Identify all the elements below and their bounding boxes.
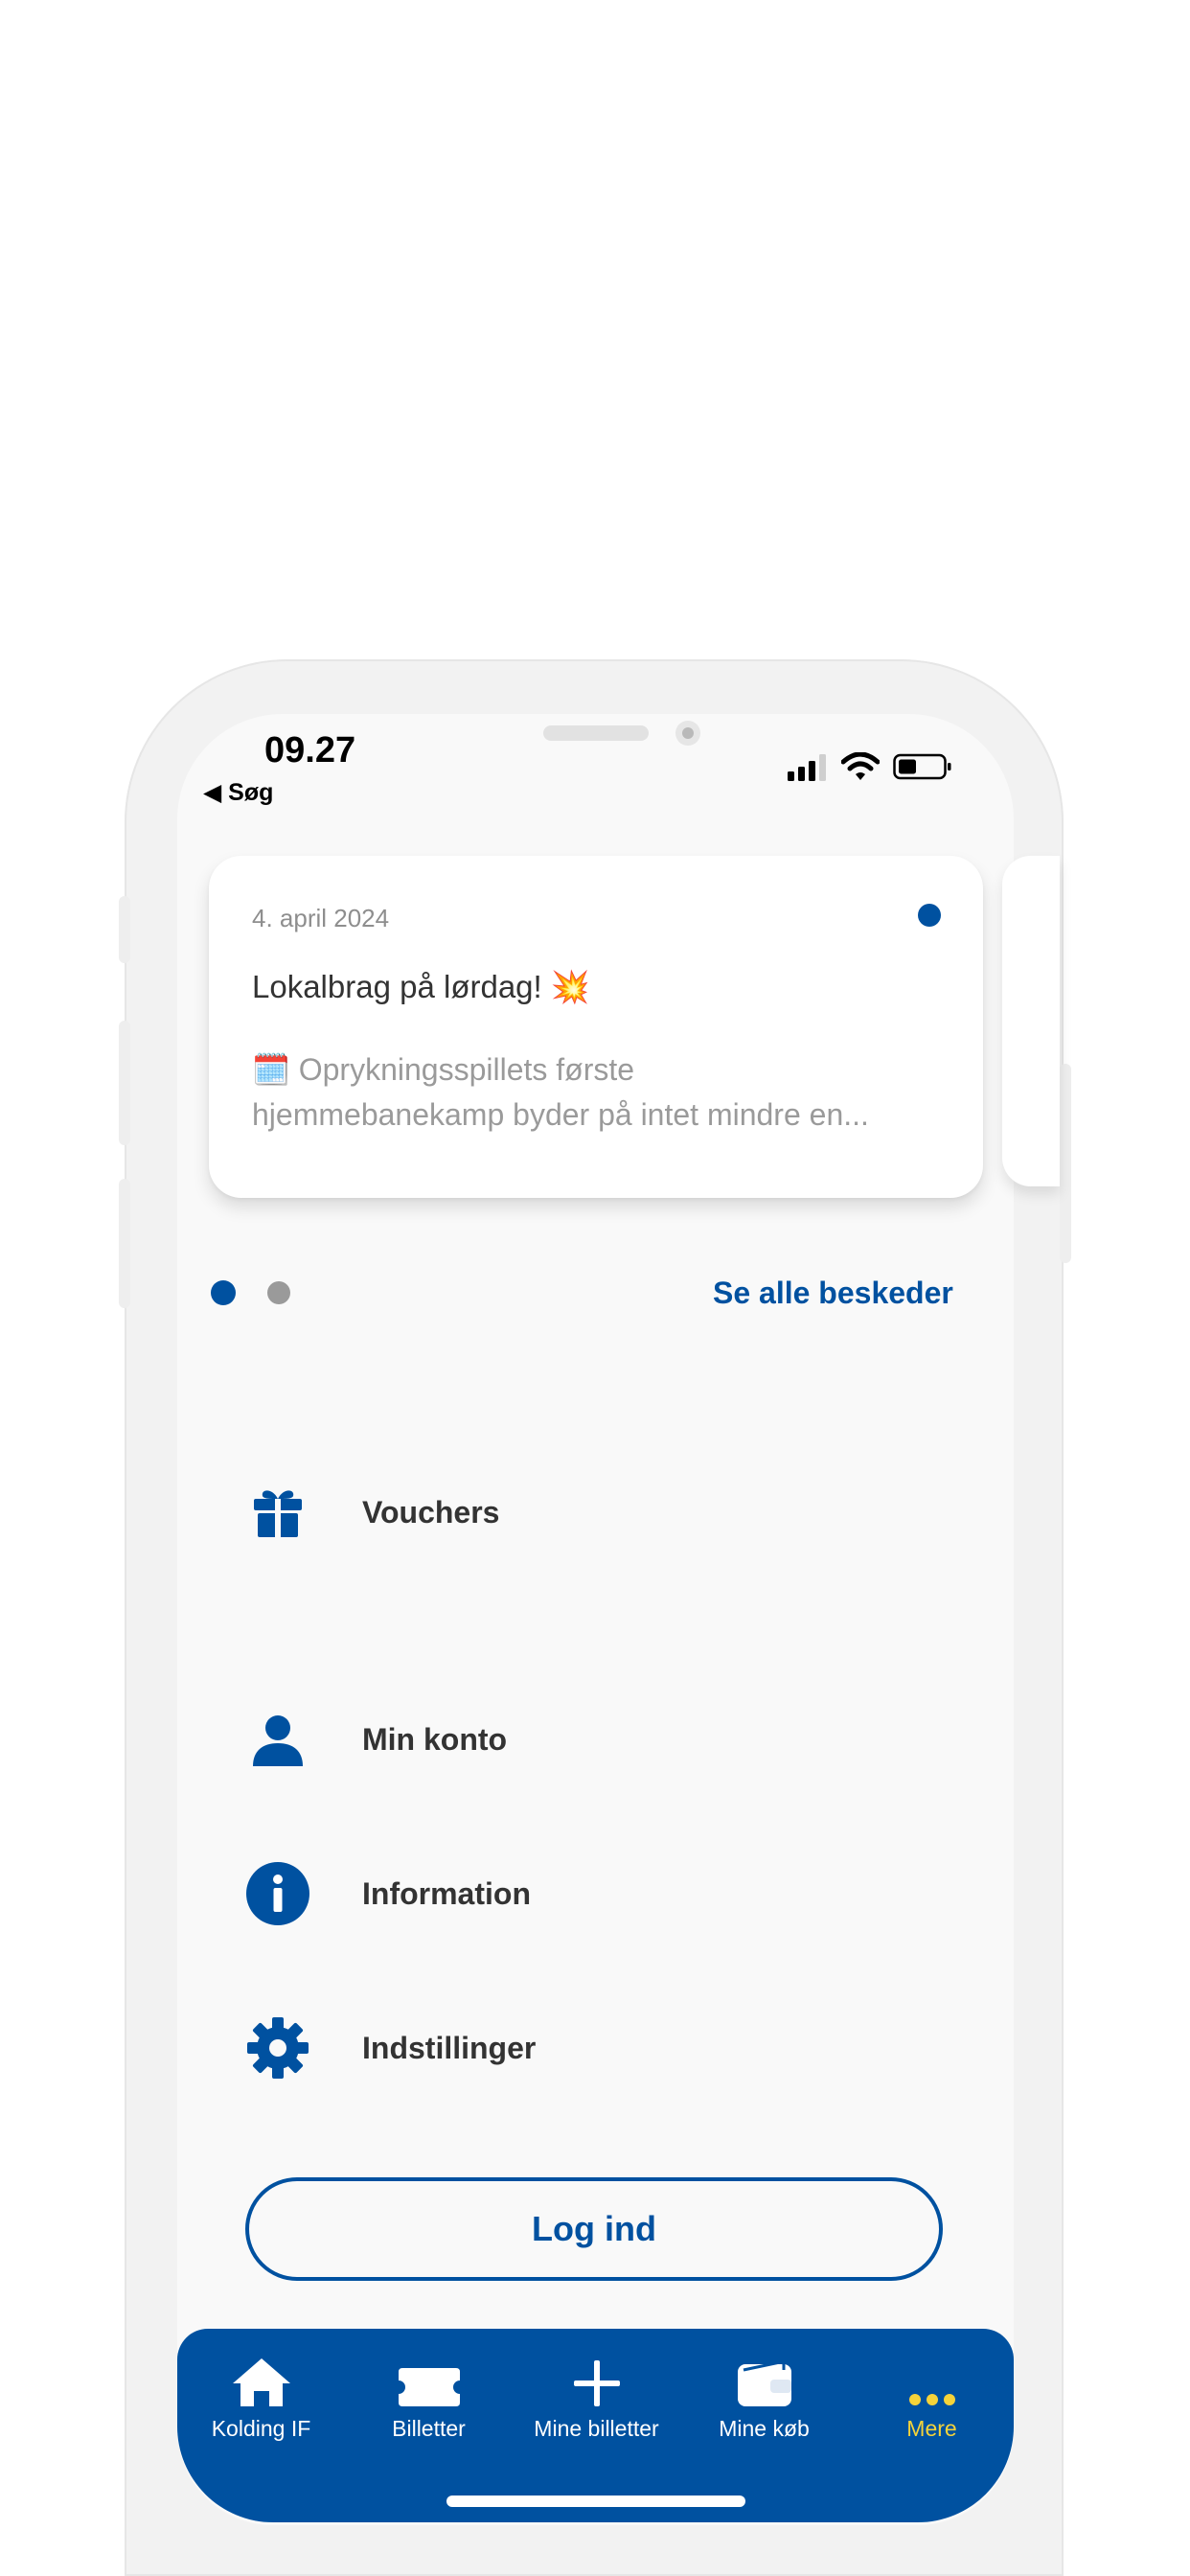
power-button [1060, 1064, 1071, 1263]
tab-billetter[interactable]: Billetter [345, 2353, 513, 2442]
message-preview-line-1: 🗓️ Oprykningsspillets første [252, 1052, 635, 1087]
menu-label-settings: Indstillinger [362, 2030, 537, 2065]
gift-icon [240, 1474, 316, 1551]
tab-mine-billetter[interactable]: Mine billetter [513, 2353, 680, 2442]
message-preview-line-2: hjemmebanekamp byder på intet mindre en.… [252, 1097, 869, 1132]
volume-up-button [119, 1021, 130, 1145]
menu-item-settings[interactable]: Indstillinger [240, 2010, 536, 2086]
gear-icon [240, 2010, 316, 2086]
menu-label-vouchers: Vouchers [362, 1494, 500, 1530]
menu-label-my-account: Min konto [362, 1721, 508, 1757]
more-icon [908, 2394, 955, 2405]
battery-icon [893, 753, 951, 780]
earpiece [543, 725, 649, 741]
login-button[interactable]: Log ind [245, 2177, 943, 2281]
user-icon [240, 1701, 316, 1778]
menu-item-vouchers[interactable]: Vouchers [240, 1474, 499, 1551]
ticket-icon [398, 2368, 460, 2406]
message-preview: 🗓️ Oprykningsspillets første hjemmebanek… [252, 1047, 951, 1138]
status-icons [788, 752, 952, 781]
tab-label: Mine køb [719, 2416, 810, 2441]
next-message-card[interactable] [1002, 856, 1060, 1186]
home-indicator [446, 2496, 745, 2507]
message-date: 4. april 2024 [252, 904, 390, 932]
tab-label: Billetter [392, 2416, 466, 2441]
front-camera [675, 721, 700, 746]
info-icon [240, 1855, 316, 1932]
wallet-icon [737, 2360, 791, 2406]
tab-label: Mere [906, 2416, 957, 2441]
volume-down-button [119, 1179, 130, 1308]
wifi-icon [841, 752, 880, 780]
mute-switch [119, 896, 130, 963]
message-title: Lokalbrag på lørdag! 💥 [252, 969, 590, 1004]
tab-mine-koeb[interactable]: Mine køb [680, 2353, 848, 2442]
menu-item-information[interactable]: Information [240, 1855, 531, 1932]
tab-label: Mine billetter [534, 2416, 659, 2441]
signal-icon [788, 754, 826, 781]
page-dot[interactable] [267, 1281, 290, 1304]
menu-label-information: Information [362, 1875, 531, 1911]
plus-icon [573, 2360, 620, 2406]
tab-kolding-if[interactable]: Kolding IF [177, 2353, 345, 2442]
tab-mere[interactable]: Mere [848, 2353, 1016, 2442]
message-card[interactable]: 4. april 2024 Lokalbrag på lørdag! 💥 🗓️ … [209, 856, 983, 1198]
unread-indicator [918, 904, 941, 927]
see-all-messages-link[interactable]: Se alle beskeder [713, 1276, 953, 1311]
status-time: 09.27 [264, 730, 356, 770]
menu-item-my-account[interactable]: Min konto [240, 1701, 507, 1778]
tab-label: Kolding IF [211, 2416, 311, 2441]
page-dot-active[interactable] [211, 1280, 236, 1305]
back-to-search-link[interactable]: ◀ Søg [203, 778, 273, 807]
home-icon [232, 2358, 290, 2406]
